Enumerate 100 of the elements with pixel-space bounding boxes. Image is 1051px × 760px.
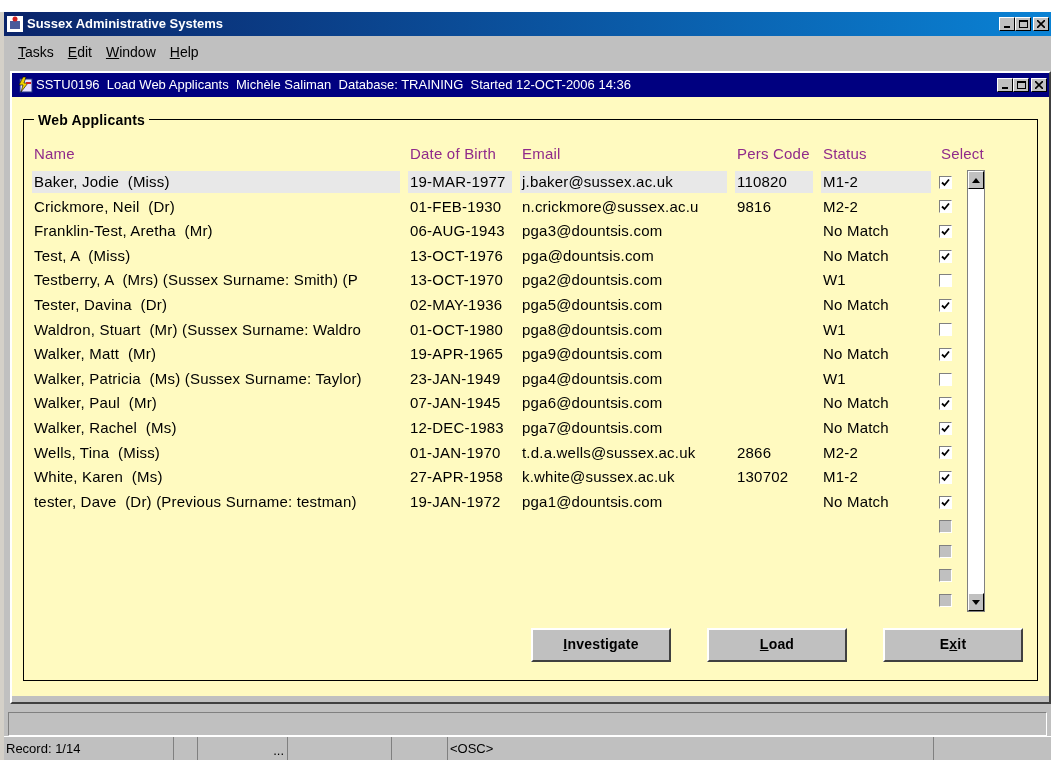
minimize-button[interactable] (997, 78, 1013, 92)
table-cell: 19-MAR-1977 (408, 171, 512, 194)
table-cell-text: pga9@dountsis.com (521, 344, 664, 365)
close-button[interactable] (1033, 17, 1049, 31)
table-cell-text: 130702 (736, 467, 790, 488)
scroll-down-button[interactable] (968, 593, 984, 611)
table-cell-text: Walker, Matt (Mr) (33, 344, 158, 365)
table-cell-text: Test, A (Miss) (33, 245, 132, 266)
select-checkbox[interactable] (939, 446, 952, 460)
column-header: Pers Code (736, 143, 811, 164)
select-checkbox[interactable] (939, 200, 952, 214)
minimize-button[interactable] (999, 17, 1015, 31)
status-cell: Record: 1/14 (4, 737, 174, 760)
table-cell-text: pga@dountsis.com (521, 245, 655, 266)
table-cell-text: W1 (822, 368, 847, 389)
table-cell-text: pga5@dountsis.com (521, 295, 664, 315)
column-header: Status (822, 143, 868, 164)
table-cell-text: pga6@dountsis.com (521, 393, 664, 414)
table-cell: Baker, Jodie (Miss) (32, 171, 400, 194)
table-cell-text: 19-JAN-1972 (409, 491, 502, 512)
table-cell-text: 13-OCT-1970 (409, 270, 505, 291)
table-cell-text: tester, Dave (Dr) (Previous Surname: testman) (33, 491, 358, 512)
select-checkbox[interactable] (939, 249, 952, 263)
table-cell-text: No Match (822, 295, 890, 315)
table-cell: 110820 (735, 171, 813, 194)
column-header: Select (940, 143, 985, 164)
table-cell-text: M1-2 (822, 467, 859, 488)
menu-item[interactable]: Help (169, 42, 199, 63)
select-checkbox[interactable] (939, 347, 952, 361)
table-cell-text: 07-JAN-1945 (409, 393, 502, 414)
table-cell-text: k.white@sussex.ac.uk (521, 467, 676, 488)
table-cell-text: Franklin-Test, Aretha (Mr) (33, 221, 214, 242)
table-cell-text: pga2@dountsis.com (521, 270, 664, 291)
table-cell-text: No Match (822, 418, 890, 438)
close-icon (1037, 20, 1045, 28)
table-cell-text: 27-APR-1958 (409, 467, 505, 488)
table-cell-text: 01-OCT-1980 (409, 319, 505, 340)
table-cell-text: pga7@dountsis.com (521, 418, 664, 438)
table-cell-text: t.d.a.wells@sussex.ac.uk (521, 442, 697, 463)
form-window-title: SSTU0196 Load Web Applicants Michèle Saliman Database: TRAINING Started 12-OCT-2006 14:36 (36, 76, 631, 95)
select-checkbox[interactable] (939, 323, 952, 337)
maximize-button[interactable] (1013, 78, 1029, 92)
table-cell-text: M2-2 (822, 442, 859, 463)
maximize-button[interactable] (1015, 17, 1031, 31)
table-cell-text: 02-MAY-1936 (409, 295, 504, 315)
select-checkbox[interactable] (939, 470, 952, 484)
table-cell-text: pga8@dountsis.com (521, 319, 664, 340)
table-cell-text: No Match (822, 393, 890, 414)
close-icon (1035, 81, 1043, 89)
column-header: Email (521, 143, 562, 164)
table-cell-text: No Match (822, 221, 890, 242)
table-cell-text: W1 (822, 319, 847, 340)
down-arrow-icon (972, 599, 980, 605)
table-cell-text: No Match (822, 491, 890, 512)
table-cell-text: 2866 (736, 442, 773, 463)
menu-item[interactable]: Edit (67, 42, 92, 63)
table-cell-text: 9816 (736, 196, 773, 217)
select-checkbox[interactable] (939, 495, 952, 509)
table-cell-text: pga3@dountsis.com (521, 221, 664, 242)
select-checkbox[interactable] (939, 372, 952, 386)
table-cell-text: 23-JAN-1949 (409, 368, 502, 389)
table-cell-text: 01-FEB-1930 (409, 196, 503, 217)
action-button[interactable]: Load (707, 627, 847, 662)
table-cell-text: 13-OCT-1976 (409, 245, 505, 266)
table-cell-text: Testberry, A (Mrs) (Sussex Surname: Smith) (P (33, 270, 359, 291)
table-cell-text: No Match (822, 245, 890, 266)
close-button[interactable] (1031, 78, 1047, 92)
table-cell: M1-2 (821, 171, 931, 194)
scroll-up-button[interactable] (968, 171, 984, 189)
table-cell-text: No Match (822, 344, 890, 365)
table-cell-text: pga1@dountsis.com (521, 491, 664, 512)
menu-item[interactable]: Tasks (18, 42, 54, 63)
table-cell-text: Wells, Tina (Miss) (33, 442, 162, 463)
app-icon (6, 15, 24, 33)
scrollbar[interactable] (967, 170, 985, 612)
table-cell-text: 19-APR-1965 (409, 344, 505, 365)
select-checkbox[interactable] (939, 225, 952, 238)
table-cell-text: M2-2 (822, 196, 859, 217)
table-cell-text: White, Karen (Ms) (33, 467, 164, 488)
menu-item[interactable]: Window (105, 42, 156, 63)
table-cell-text: Walker, Paul (Mr) (33, 393, 159, 414)
select-checkbox[interactable] (939, 298, 952, 312)
action-button[interactable]: Investigate (531, 627, 671, 662)
select-checkbox[interactable] (939, 175, 952, 189)
table-cell-text: Waldron, Stuart (Mr) (Sussex Surname: Waldro (33, 319, 363, 340)
table-cell-text: Walker, Patricia (Ms) (Sussex Surname: Taylor) (33, 368, 363, 389)
table-cell-text: 01-JAN-1970 (409, 442, 502, 463)
select-checkbox[interactable] (939, 274, 952, 288)
column-header: Date of Birth (409, 143, 497, 164)
select-checkbox[interactable] (939, 421, 952, 435)
status-cell: ... (198, 737, 288, 760)
window-title: Sussex Administrative Systems (27, 15, 224, 34)
table-cell-text: 12-DEC-1983 (409, 418, 505, 438)
table-cell-text: W1 (822, 270, 847, 291)
action-button[interactable]: Exit (883, 627, 1023, 662)
table-cell-text: Walker, Rachel (Ms) (33, 418, 178, 438)
select-checkbox[interactable] (939, 397, 952, 411)
status-cell: <OSC> (448, 737, 934, 760)
table-cell-text: 06-AUG-1943 (409, 221, 506, 242)
table-cell-text: Crickmore, Neil (Dr) (33, 196, 176, 217)
